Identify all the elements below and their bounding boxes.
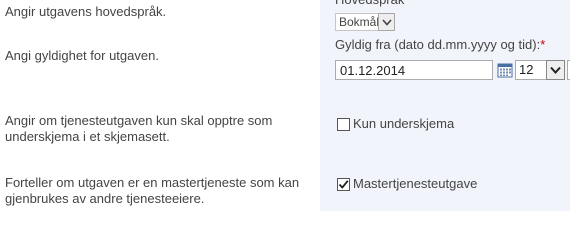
language-dropdown-button[interactable]	[378, 13, 395, 31]
language-description: Angir utgavens hovedspråk.	[5, 4, 167, 19]
master-checkbox[interactable]	[337, 177, 350, 191]
language-select-value: Bokmål	[335, 13, 379, 31]
valid-from-date-input[interactable]	[335, 60, 493, 80]
validity-label-text: Gyldig fra (dato dd.mm.yyyy og tid):	[335, 37, 541, 52]
subform-checkbox-row[interactable]: Kun underskjema	[337, 116, 454, 132]
subform-description-line1: Angir om tjenesteutgaven kun skal opptre…	[5, 113, 273, 128]
subform-description: Angir om tjenesteutgaven kun skal opptre…	[5, 113, 305, 145]
master-checkbox-label[interactable]: Mastertjenesteutgave	[353, 176, 477, 192]
subform-checkbox[interactable]	[337, 117, 350, 131]
subform-description-line2: underskjema i et skjemasett.	[5, 129, 170, 144]
hour-select[interactable]: 12	[515, 60, 565, 80]
language-label: Hovedspråk	[335, 0, 404, 8]
master-description-line2: gjenbrukes av andre tjenesteeiere.	[5, 191, 205, 206]
validity-label: Gyldig fra (dato dd.mm.yyyy og tid):*	[335, 37, 545, 53]
hour-select-value: 12	[515, 60, 546, 80]
hour-dropdown-button[interactable]	[546, 60, 565, 80]
subform-checkbox-label[interactable]: Kun underskjema	[353, 116, 454, 132]
calendar-icon[interactable]	[497, 62, 513, 78]
checkmark-icon	[338, 179, 349, 189]
validity-description: Angi gyldighet for utgaven.	[5, 48, 159, 63]
master-checkbox-row[interactable]: Mastertjenesteutgave	[337, 176, 477, 192]
master-description: Forteller om utgaven er en mastertjenest…	[5, 175, 305, 207]
master-description-line1: Forteller om utgaven er en mastertjenest…	[5, 175, 300, 190]
chevron-down-icon	[550, 66, 561, 74]
required-marker: *	[540, 37, 546, 52]
language-select[interactable]: Bokmål	[335, 13, 395, 31]
chevron-down-icon	[381, 18, 392, 26]
service-edition-settings: Angir utgavens hovedspråk. Angi gyldighe…	[0, 0, 570, 211]
